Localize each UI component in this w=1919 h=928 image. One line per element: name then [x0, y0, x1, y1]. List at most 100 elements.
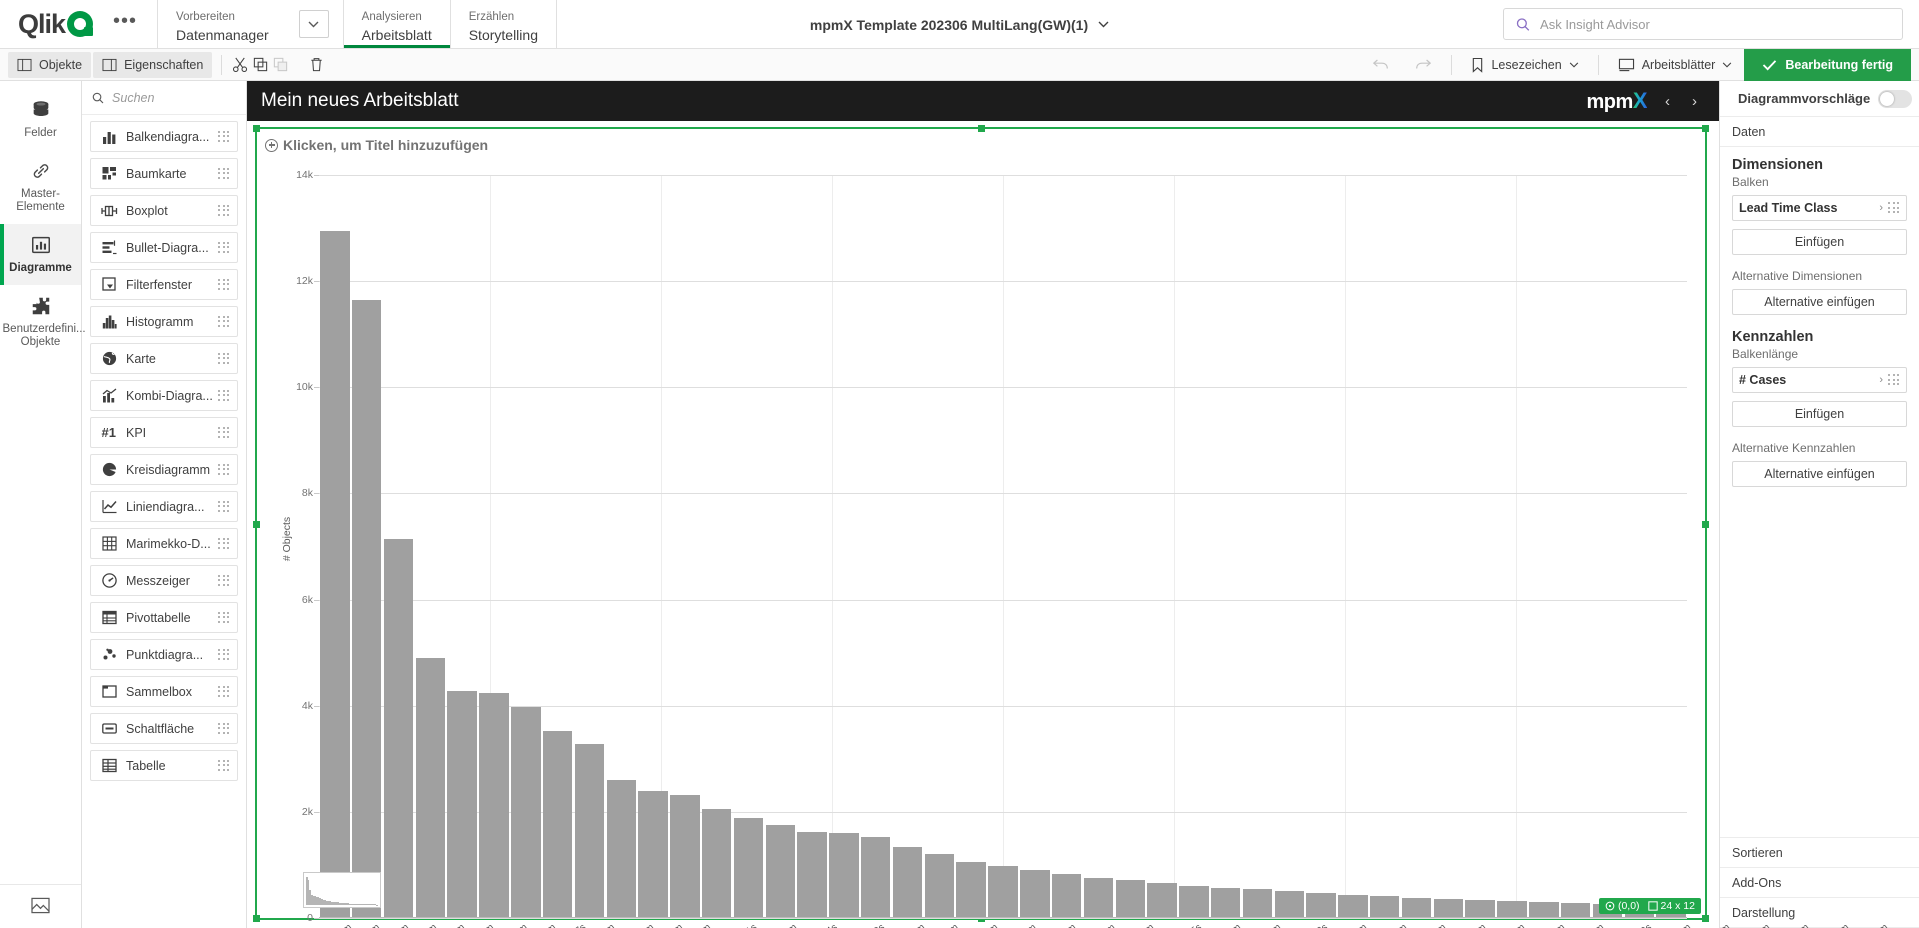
next-sheet-button[interactable]: ›: [1688, 93, 1701, 110]
chart-library-item-kombi-diagra[interactable]: Kombi-Diagra...: [90, 380, 238, 411]
x-axis-tick-label[interactable]: 285 - 342s: [1286, 922, 1330, 928]
x-axis-tick-label[interactable]: 5 - 6m: [588, 922, 617, 928]
chart-library-item-punktdiagra[interactable]: Punktdiagra...: [90, 639, 238, 670]
x-axis-tick-label[interactable]: 9 - 12m: [496, 922, 529, 928]
chart-library-item-kreisdiagramm[interactable]: Kreisdiagramm: [90, 454, 238, 485]
x-axis-tick-label[interactable]: 15 - 16m: [1568, 922, 1606, 928]
nav-item-datamanager[interactable]: Vorbereiten Datenmanager: [158, 3, 287, 45]
bar[interactable]: [447, 691, 477, 918]
bar[interactable]: [1529, 902, 1559, 918]
x-axis-tick-label[interactable]: 30 - 33m: [1205, 922, 1243, 928]
bar[interactable]: [733, 818, 764, 918]
sheets-button[interactable]: Arbeitsblätter: [1606, 49, 1745, 81]
bar[interactable]: [956, 861, 986, 918]
x-axis-tick-label[interactable]: 12 - 13m: [1245, 922, 1283, 928]
chart-library-item-baumkarte[interactable]: Baumkarte: [90, 158, 238, 189]
add-dimension-button[interactable]: Einfügen: [1732, 229, 1907, 255]
bar[interactable]: [988, 866, 1018, 918]
bar[interactable]: [1179, 885, 1209, 918]
bar[interactable]: [1401, 897, 1432, 918]
bar[interactable]: [1338, 894, 1368, 918]
drag-handle-icon[interactable]: [218, 352, 230, 365]
delete-button[interactable]: [307, 56, 325, 74]
qlik-logo[interactable]: Qlik: [18, 9, 94, 40]
nav-dropdown-button[interactable]: [298, 10, 329, 38]
bar[interactable]: [479, 692, 509, 918]
add-alternative-dimension-button[interactable]: Alternative einfügen: [1732, 289, 1907, 315]
x-axis-tick-label[interactable]: 342 - 399s: [1610, 922, 1654, 928]
drag-handle-icon[interactable]: [218, 759, 230, 772]
drag-handle-icon[interactable]: [218, 315, 230, 328]
drag-handle-icon[interactable]: [218, 426, 230, 439]
chart-library-item-kpi[interactable]: #1 KPI: [90, 417, 238, 448]
bar[interactable]: [320, 230, 350, 918]
chart-library-item-schaltfl-che[interactable]: Schaltfläche: [90, 713, 238, 744]
chart-library-item-pivottabelle[interactable]: Pivottabelle: [90, 602, 238, 633]
chart-library-item-tabelle[interactable]: Tabelle: [90, 750, 238, 781]
bar[interactable]: [1020, 870, 1050, 918]
chart-minimap-scrollbar[interactable]: [303, 872, 381, 908]
bar-chart-object[interactable]: Klicken, um Titel hinzuzufügen # Objects…: [253, 125, 1919, 928]
drag-handle-icon[interactable]: [218, 574, 230, 587]
bar[interactable]: [765, 825, 795, 918]
sidebar-item-master-elemente[interactable]: Master-Elemente: [0, 150, 81, 224]
x-axis-tick-label[interactable]: 11 - 12m: [1080, 922, 1117, 928]
bar[interactable]: [797, 832, 827, 918]
toggle-properties-panel-button[interactable]: Eigenschaften: [93, 51, 213, 78]
sidebar-item-felder[interactable]: Felder: [0, 89, 81, 150]
properties-section-add-ons[interactable]: Add-Ons: [1720, 868, 1919, 898]
resize-handle-top-center[interactable]: [978, 125, 985, 132]
chart-library-item-bullet-diagra[interactable]: Bullet-Diagra...: [90, 232, 238, 263]
redo-button[interactable]: [1402, 49, 1444, 81]
search-input[interactable]: [1540, 16, 1890, 32]
drag-handle-icon[interactable]: [218, 389, 230, 402]
drag-handle-icon[interactable]: [218, 611, 230, 624]
bar[interactable]: [1083, 877, 1114, 918]
x-axis-tick-label[interactable]: 4 - 5m: [529, 922, 558, 928]
drag-handle-icon[interactable]: [218, 278, 230, 291]
chart-library-item-marimekko-d[interactable]: Marimekko-D...: [90, 528, 238, 559]
drag-handle-icon[interactable]: [1888, 374, 1900, 386]
drag-handle-icon[interactable]: [1888, 202, 1900, 214]
x-axis-tick-label[interactable]: 2 - 3m: [410, 922, 439, 928]
x-axis-tick-label[interactable]: 3 - 6m: [325, 922, 354, 928]
bar[interactable]: [1147, 882, 1177, 918]
bar[interactable]: [1433, 898, 1464, 918]
bar[interactable]: [1560, 902, 1591, 918]
x-axis-tick-label[interactable]: 21 - 24m: [962, 922, 1000, 928]
x-axis-tick-label[interactable]: 9 - 10m: [927, 922, 960, 928]
add-alternative-measure-button[interactable]: Alternative einfügen: [1732, 461, 1907, 487]
drag-handle-icon[interactable]: [218, 130, 230, 143]
x-axis-tick-label[interactable]: 36 - 39m: [1411, 922, 1449, 928]
nav-item-sheet[interactable]: Analysieren Arbeitsblatt: [343, 0, 450, 48]
sidebar-item-diagramme[interactable]: Diagramme: [0, 224, 81, 285]
bar[interactable]: [574, 744, 605, 918]
bar[interactable]: [415, 657, 446, 918]
bar[interactable]: [861, 837, 891, 918]
bar[interactable]: [352, 299, 382, 918]
chart-title-placeholder[interactable]: Klicken, um Titel hinzuzufügen: [257, 129, 1705, 153]
resize-handle-top-right[interactable]: [1702, 125, 1709, 132]
sheet-title[interactable]: Mein neues Arbeitsblatt: [261, 90, 459, 112]
drag-handle-icon[interactable]: [218, 241, 230, 254]
x-axis-tick-label[interactable]: 33 - 36m: [1371, 922, 1409, 928]
dimension-item-lead-time-class[interactable]: Lead Time Class ›: [1732, 195, 1907, 221]
bar[interactable]: [829, 833, 859, 918]
undo-button[interactable]: [1360, 49, 1402, 81]
bar[interactable]: [1465, 899, 1495, 918]
more-options-icon[interactable]: •••: [107, 11, 143, 31]
drag-handle-icon[interactable]: [218, 500, 230, 513]
chart-library-item-sammelbox[interactable]: Sammelbox: [90, 676, 238, 707]
x-axis-tick-label[interactable]: 0 - 3m: [353, 922, 382, 928]
bookmarks-button[interactable]: Lesezeichen: [1459, 49, 1590, 81]
x-axis-tick-label[interactable]: 45 - 48m: [1695, 922, 1733, 928]
bar[interactable]: [1210, 887, 1241, 918]
bar[interactable]: [1242, 889, 1273, 918]
copy-button[interactable]: [251, 56, 269, 74]
bar[interactable]: [892, 847, 923, 918]
chevron-right-icon[interactable]: ›: [1879, 374, 1883, 386]
insight-advisor-search[interactable]: [1503, 8, 1903, 40]
chart-library-item-karte[interactable]: Karte: [90, 343, 238, 374]
x-axis-tick-label[interactable]: 12 - 15m: [619, 922, 657, 928]
x-axis-tick-label[interactable]: 39 - 42m: [1490, 922, 1528, 928]
